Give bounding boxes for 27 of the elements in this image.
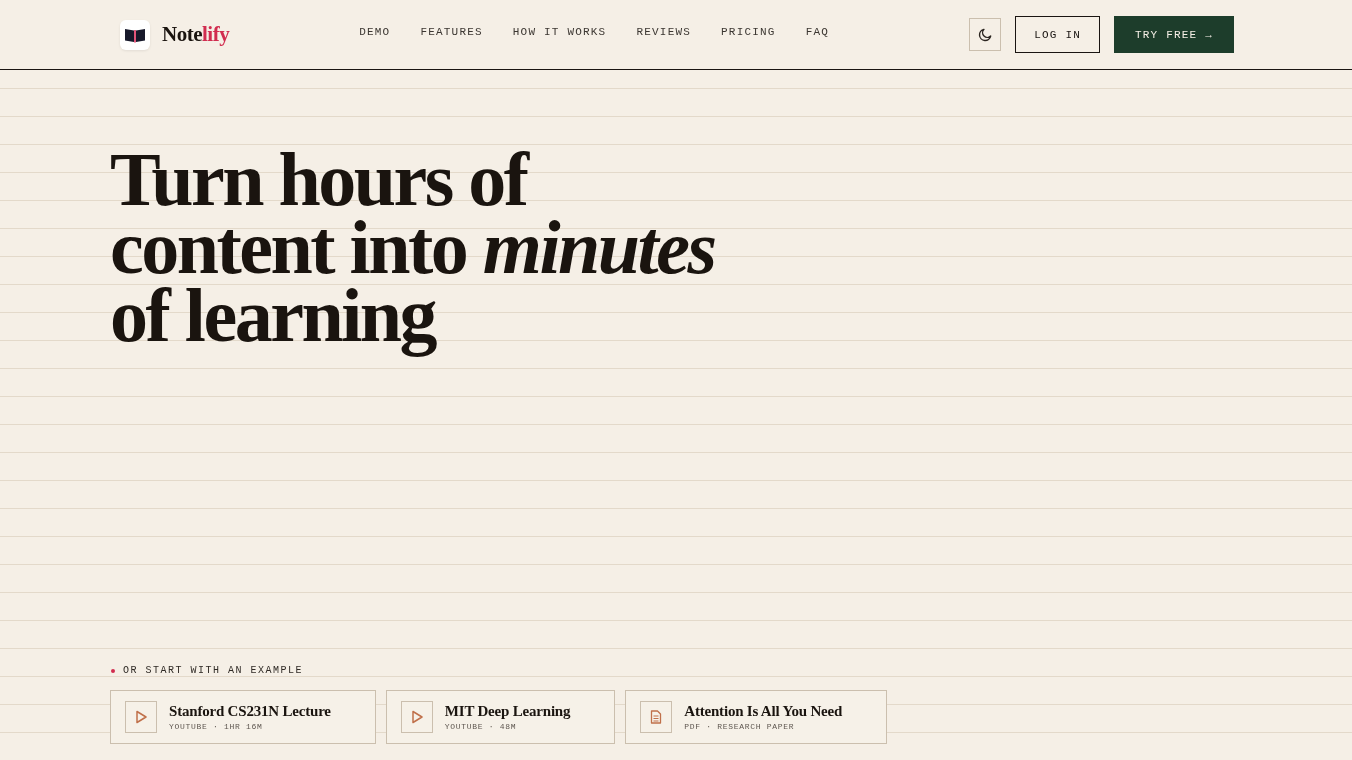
document-icon [640, 701, 673, 733]
logo-text[interactable]: Notelify [162, 22, 230, 47]
example-meta: YOUTUBE · 1HR 16M [169, 722, 264, 731]
nav-link[interactable]: FAQ [805, 26, 830, 38]
nav-link[interactable]: DEMO [359, 26, 391, 38]
example-title: MIT Deep Learning [444, 703, 571, 720]
example-title: Stanford CS231N Lecture [169, 703, 331, 720]
nav-link[interactable]: REVIEWS [636, 26, 692, 38]
nav-link[interactable]: FEATURES [420, 26, 483, 38]
theme-toggle-button[interactable] [969, 18, 1002, 51]
moon-icon [977, 27, 993, 42]
nav-link[interactable]: PRICING [721, 26, 776, 38]
try-free-button[interactable]: TRY FREE → [1114, 16, 1234, 53]
play-icon [400, 701, 433, 733]
example-card[interactable]: MIT Deep Learning YOUTUBE · 48M [385, 690, 616, 744]
example-meta: PDF · RESEARCH PAPER [684, 722, 796, 731]
example-card[interactable]: Attention Is All You Need PDF · RESEARCH PAPER [625, 690, 888, 744]
examples-label: OR START WITH AN EXAMPLE [123, 665, 304, 676]
login-button[interactable]: LOG IN [1015, 16, 1100, 53]
example-title: Attention Is All You Need [684, 703, 843, 720]
nav-link[interactable]: HOW IT WORKS [512, 26, 607, 38]
example-card[interactable]: Stanford CS231N Lecture YOUTUBE · 1HR 16M [110, 690, 376, 744]
dot-icon [111, 668, 115, 673]
book-logo-icon [120, 19, 150, 50]
play-icon [125, 701, 157, 733]
example-meta: YOUTUBE · 48M [444, 722, 518, 731]
hero-headline: Turn hours of content into minutes of learning [110, 145, 716, 359]
